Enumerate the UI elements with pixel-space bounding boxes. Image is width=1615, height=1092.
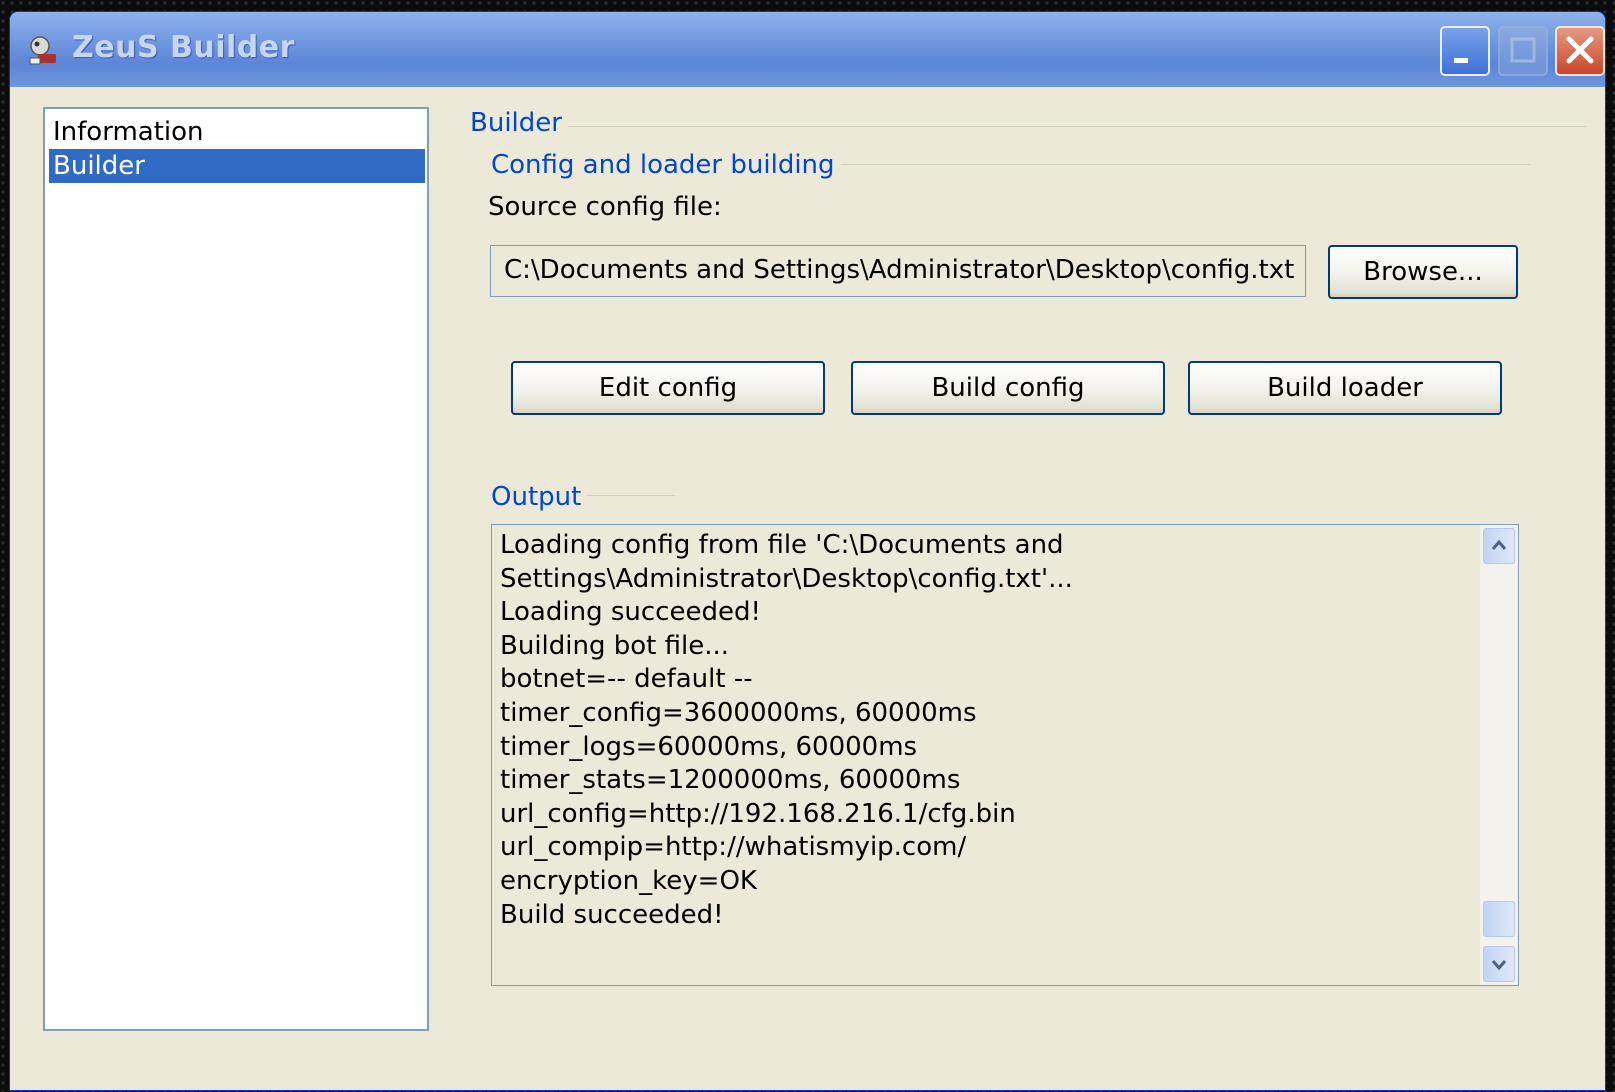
scroll-thumb[interactable] xyxy=(1483,901,1515,937)
output-line: encryption_key=OK xyxy=(500,865,757,896)
output-line: timer_stats=1200000ms, 60000ms xyxy=(500,765,961,796)
sidebar-item-information[interactable]: Information xyxy=(49,115,425,149)
output-line: Building bot file... xyxy=(500,630,729,661)
sidebar-item-builder[interactable]: Builder xyxy=(49,149,425,183)
scroll-down-button[interactable] xyxy=(1483,946,1515,982)
output-textarea[interactable]: Loading config from file 'C:\Documents a… xyxy=(491,524,1519,986)
sidebar-item-label: Builder xyxy=(53,151,145,181)
sidebar-list[interactable]: Information Builder xyxy=(43,107,429,1031)
window-title: ZeuS Builder xyxy=(72,30,295,65)
maximize-icon xyxy=(1510,37,1536,63)
section-title: Builder xyxy=(470,108,568,138)
build-config-button[interactable]: Build config xyxy=(851,361,1165,415)
sidebar-item-label: Information xyxy=(53,117,204,147)
source-config-label: Source config file: xyxy=(488,192,722,222)
group-title: Config and loader building xyxy=(491,150,841,180)
build-loader-button[interactable]: Build loader xyxy=(1188,361,1502,415)
source-config-path-field[interactable]: C:\Documents and Settings\Administrator\… xyxy=(490,245,1306,297)
app-icon xyxy=(26,34,60,68)
zeus-builder-window: ZeuS Builder Information Builder Builder xyxy=(10,12,1605,1090)
output-title: Output xyxy=(491,482,588,512)
output-scrollbar[interactable] xyxy=(1480,525,1518,985)
output-line: url_compip=http://whatismyip.com/ xyxy=(500,832,967,863)
output-line: Loading succeeded! xyxy=(500,597,761,628)
title-bar[interactable]: ZeuS Builder xyxy=(10,12,1605,87)
browse-button[interactable]: Browse... xyxy=(1328,245,1518,299)
section-divider xyxy=(476,126,1586,127)
output-line: timer_logs=60000ms, 60000ms xyxy=(500,731,918,762)
output-line: url_config=http://192.168.216.1/cfg.bin xyxy=(500,798,1016,829)
output-line: Loading config from file 'C:\Documents a… xyxy=(500,530,1064,560)
edit-config-button[interactable]: Edit config xyxy=(511,361,825,415)
close-button[interactable] xyxy=(1555,26,1605,76)
chevron-up-icon xyxy=(1491,539,1507,550)
chevron-down-icon xyxy=(1491,960,1507,971)
minimize-button[interactable] xyxy=(1440,26,1490,76)
output-line: botnet=-- default -- xyxy=(500,664,753,695)
output-line: Build succeeded! xyxy=(500,899,724,930)
output-line: Settings\Administrator\Desktop\config.tx… xyxy=(500,563,1073,594)
minimize-icon xyxy=(1454,58,1468,63)
output-log: Loading config from file 'C:\Documents a… xyxy=(500,529,1470,932)
scroll-up-button[interactable] xyxy=(1483,528,1515,564)
maximize-button[interactable] xyxy=(1498,26,1548,76)
close-icon xyxy=(1566,36,1594,64)
output-line: timer_config=3600000ms, 60000ms xyxy=(500,697,977,728)
